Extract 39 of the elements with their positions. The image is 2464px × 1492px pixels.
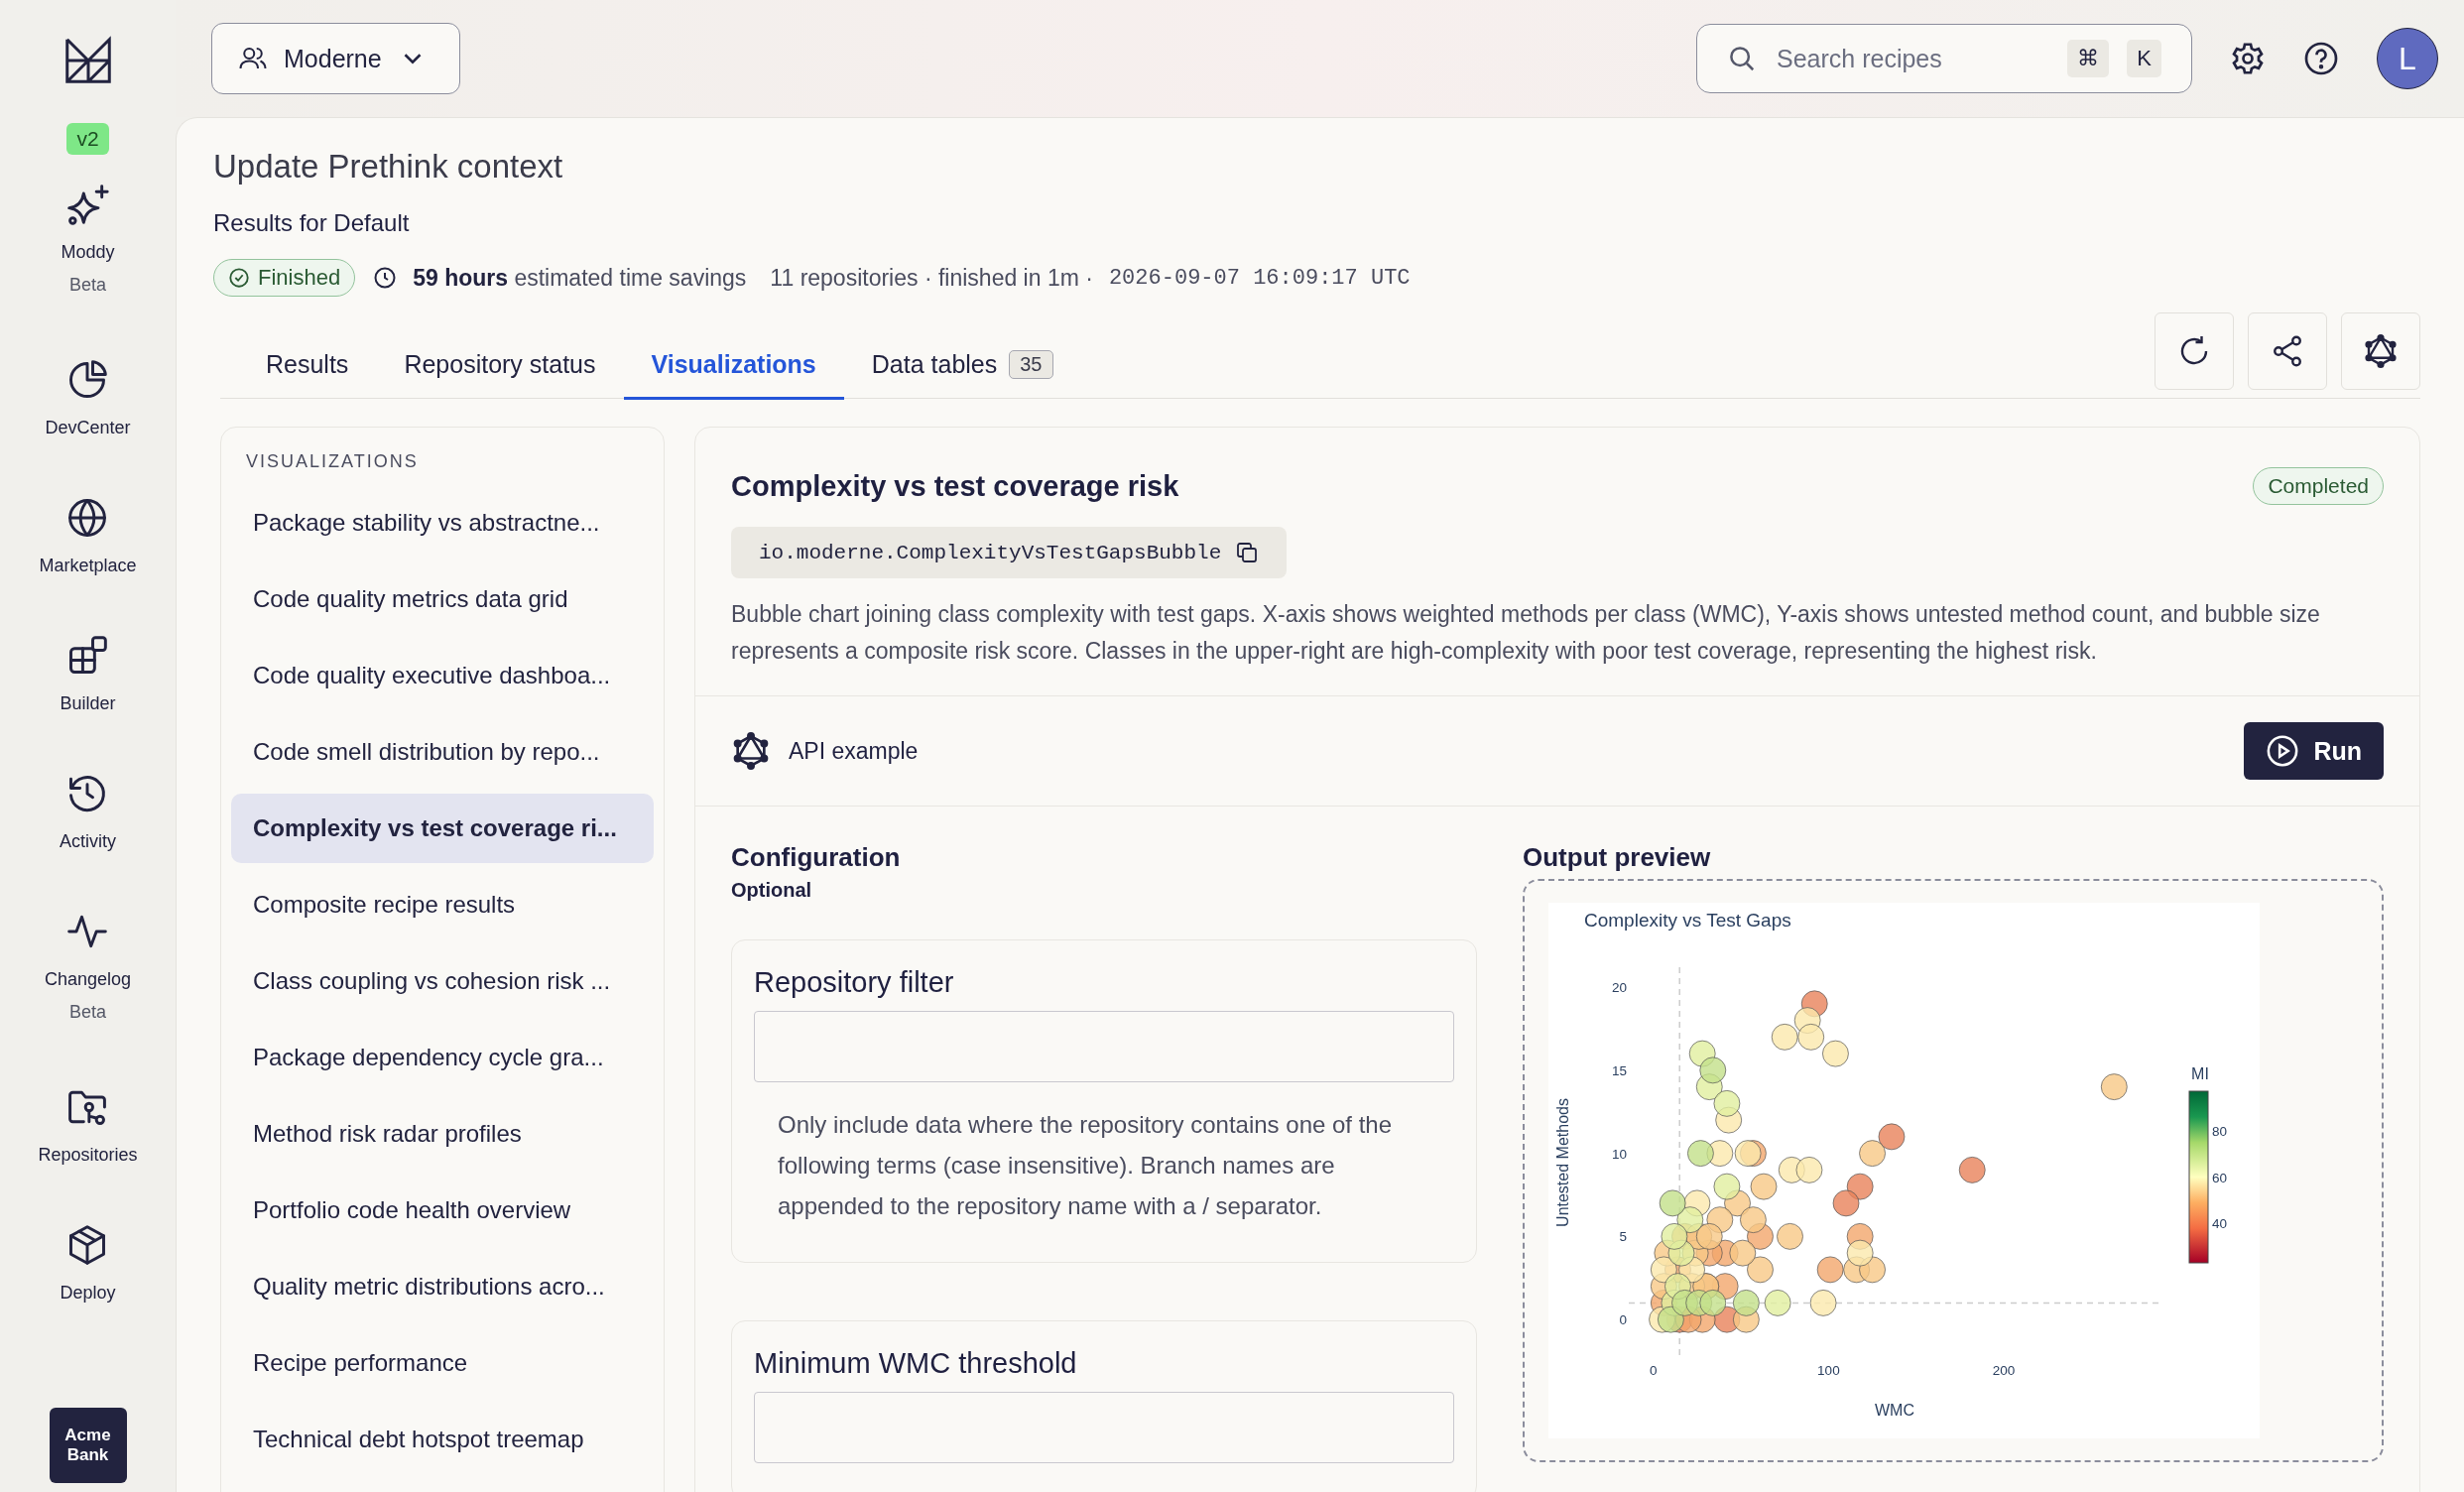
page-title: Update Prethink context	[213, 148, 564, 186]
axis-tick: 10	[1611, 1146, 1627, 1162]
keyboard-key: ⌘	[2067, 40, 2110, 77]
axis-tick: 0	[1649, 1363, 1658, 1378]
field-help: Only include data where the repository contains one of the following terms (case insensitive). Branch names are appended to the repository name with a / separator.	[778, 1110, 1394, 1221]
axis-tick: 0	[1619, 1312, 1627, 1328]
field-label: Repository filter	[754, 966, 955, 999]
visualization-title: Complexity vs test coverage risk	[731, 469, 1179, 503]
colorbar-tick: 40	[2212, 1216, 2228, 1231]
axis-tick: 200	[1992, 1363, 2016, 1378]
run-summary: 11 repositories · finished in 1m ·	[770, 264, 1093, 292]
timestamp: 2026-09-07 16:09:17 UTC	[1108, 265, 1411, 291]
nav-sublabel: Beta	[68, 275, 106, 296]
axis-tick: 5	[1619, 1229, 1627, 1245]
chart-title: Complexity vs Test Gaps	[1584, 910, 1791, 931]
colorbar-tick: 60	[2212, 1170, 2228, 1185]
colorbar-title: MI	[2191, 1065, 2209, 1082]
version-badge: v2	[66, 123, 109, 155]
axis-label: Untested Methods	[1554, 1098, 1571, 1227]
axis-tick: 100	[1817, 1363, 1840, 1378]
time-savings: 59 hours estimated time savings	[413, 264, 747, 292]
section-heading: VISUALIZATIONS	[246, 451, 420, 472]
axis-tick: 15	[1611, 1062, 1627, 1078]
section-subtitle: Optional	[731, 879, 813, 902]
count-badge: 35	[1009, 349, 1053, 379]
status-badge: Completed	[2253, 467, 2384, 505]
field-label: Minimum WMC threshold	[754, 1347, 1078, 1380]
description: Bubble chart joining class complexity with test gaps. X-axis shows weighted methods per class (WMC), Y-axis shows untested method count, and bubble size represents a composite risk score. Classes in the upper-right are high-complexity with poor test coverage, representing the highest risk.	[731, 600, 2321, 666]
axis-tick: 20	[1611, 980, 1627, 996]
results-subtitle: Results for Default	[213, 209, 411, 237]
nav-sublabel: Beta	[68, 1002, 106, 1023]
status-badge: Finished	[213, 259, 356, 297]
section-title: Configuration	[731, 842, 902, 873]
keyboard-key: K	[2127, 40, 2161, 77]
recipe-id: io.moderne.ComplexityVsTestGapsBubble	[731, 527, 1288, 578]
axis-label: WMC	[1875, 1402, 1914, 1419]
section-title: Output preview	[1523, 842, 1712, 873]
colorbar-tick: 80	[2212, 1124, 2228, 1139]
api-example-label: API example	[789, 737, 919, 765]
